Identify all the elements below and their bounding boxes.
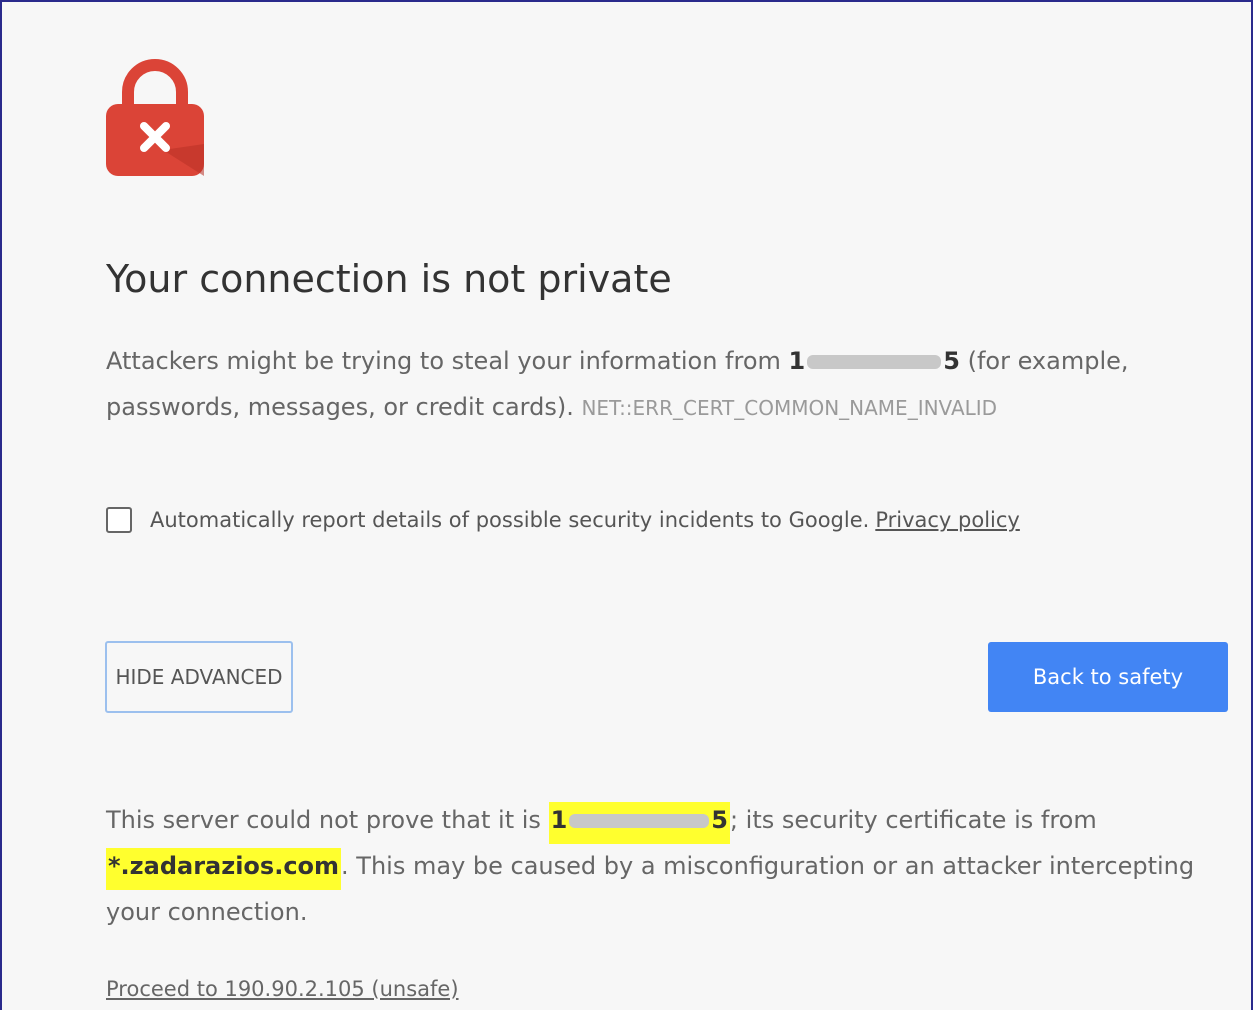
intro-host-end: 5 xyxy=(943,347,960,375)
page-title: Your connection is not private xyxy=(106,257,672,301)
advanced-host: 15 xyxy=(548,802,730,844)
report-checkbox[interactable] xyxy=(106,507,132,533)
lock-error-icon xyxy=(106,59,204,176)
advanced-details-paragraph: This server could not prove that it is 1… xyxy=(106,797,1226,935)
intro-host: 15 xyxy=(789,347,960,375)
report-row: Automatically report details of possible… xyxy=(106,507,1020,533)
back-to-safety-button[interactable]: Back to safety xyxy=(988,642,1228,712)
report-label: Automatically report details of possible… xyxy=(150,508,870,532)
hide-advanced-button[interactable]: HIDE ADVANCED xyxy=(105,641,293,713)
interstitial-page: Your connection is not private Attackers… xyxy=(0,0,1253,1010)
privacy-policy-link[interactable]: Privacy policy xyxy=(875,508,1020,532)
intro-host-start: 1 xyxy=(788,347,806,375)
cert-domain: *.zadarazios.com xyxy=(106,848,342,890)
advanced-text-before: This server could not prove that it is xyxy=(106,806,549,834)
redaction-blur xyxy=(807,355,942,369)
redaction-blur xyxy=(569,814,710,828)
advanced-text-middle: ; its security certificate is from xyxy=(729,806,1097,834)
intro-text-before: Attackers might be trying to steal your … xyxy=(106,347,789,375)
advanced-host-start: 1 xyxy=(550,806,568,834)
error-code: NET::ERR_CERT_COMMON_NAME_INVALID xyxy=(581,396,998,420)
advanced-host-end: 5 xyxy=(711,806,728,834)
intro-paragraph: Attackers might be trying to steal your … xyxy=(106,338,1206,431)
proceed-unsafe-link[interactable]: Proceed to 190.90.2.105 (unsafe) xyxy=(106,977,459,1001)
